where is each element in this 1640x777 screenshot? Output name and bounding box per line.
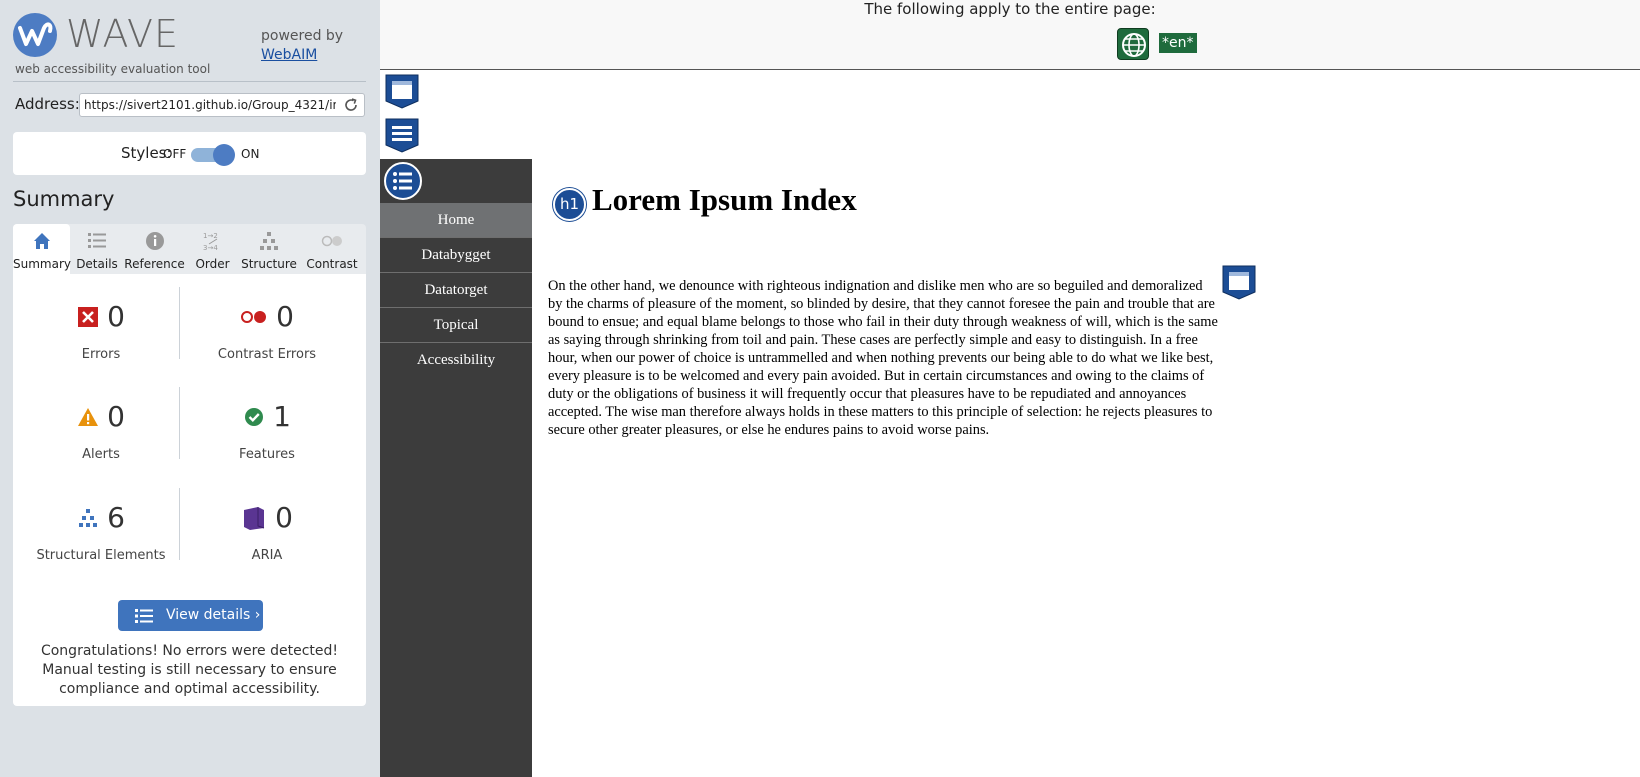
structure-icon xyxy=(79,508,98,527)
wave-sidebar: WAVE web accessibility evaluation tool p… xyxy=(0,0,380,777)
nav-item-databygget[interactable]: Databygget xyxy=(380,238,532,273)
summary-card: 0 Errors 0 Contrast Errors 0 Alerts 1 Fe… xyxy=(13,274,366,706)
page-level-banner-text: The following apply to the entire page: xyxy=(864,0,1156,18)
errors-label: Errors xyxy=(81,347,121,362)
view-details-label: View details › xyxy=(166,607,261,623)
structural-count: 6 xyxy=(107,501,125,534)
language-badge: *en* xyxy=(1159,33,1197,53)
main-landmark-icon[interactable] xyxy=(1221,264,1257,300)
address-field xyxy=(79,93,365,117)
tab-details-label: Details xyxy=(76,257,118,271)
features-count: 1 xyxy=(273,400,291,433)
order-icon: 1→2 3→4 xyxy=(203,232,218,252)
svg-text:3→4: 3→4 xyxy=(203,244,218,252)
nav-item-home[interactable]: Home xyxy=(380,203,532,238)
region-landmark-icon[interactable] xyxy=(384,73,420,109)
stat-features[interactable]: 1 Features xyxy=(179,384,355,474)
contrast-errors-label: Contrast Errors xyxy=(217,347,317,362)
svg-text:1→2: 1→2 xyxy=(203,232,218,240)
errors-count: 0 xyxy=(107,300,125,333)
structure-icon xyxy=(260,232,278,250)
features-label: Features xyxy=(239,447,295,462)
contrast-errors-count: 0 xyxy=(276,300,294,333)
styles-on-label: ON xyxy=(241,147,260,161)
wave-logo-icon xyxy=(13,13,57,57)
styles-card: Styles: OFF ON xyxy=(13,132,366,175)
webaim-link[interactable]: WebAIM xyxy=(261,47,317,63)
page-title: Lorem Ipsum Index xyxy=(592,182,857,217)
powered-by-label: powered by xyxy=(261,28,344,44)
alerts-count: 0 xyxy=(107,400,125,433)
aria-label: ARIA xyxy=(251,548,283,563)
nav-item-topical[interactable]: Topical xyxy=(380,308,532,343)
tab-summary[interactable]: Summary xyxy=(13,224,71,274)
wave-wordmark: WAVE xyxy=(66,12,180,56)
stat-structural-elements[interactable]: 6 Structural Elements xyxy=(13,485,189,575)
tab-structure[interactable]: Structure xyxy=(240,224,298,274)
unordered-list-icon[interactable] xyxy=(384,162,422,200)
language-globe-icon[interactable] xyxy=(1117,28,1149,60)
address-label: Address: xyxy=(15,95,80,113)
structural-label: Structural Elements xyxy=(36,548,166,563)
contrast-icon xyxy=(321,235,342,247)
aria-icon xyxy=(244,506,265,530)
heading-h1-icon[interactable]: h1 xyxy=(553,188,586,221)
view-details-button[interactable]: View details › xyxy=(118,600,263,631)
congratulations-message: Congratulations! No errors were detected… xyxy=(40,643,339,697)
tab-reference-label: Reference xyxy=(124,257,185,271)
address-input[interactable] xyxy=(84,96,336,114)
tab-structure-label: Structure xyxy=(241,257,297,271)
tab-order[interactable]: 1→2 3→4 Order xyxy=(185,224,240,274)
stat-contrast-errors[interactable]: 0 Contrast Errors xyxy=(179,284,355,374)
tab-order-label: Order xyxy=(195,257,230,271)
page-paragraph: On the other hand, we denounce with righ… xyxy=(548,278,1218,438)
stat-errors[interactable]: 0 Errors xyxy=(13,284,189,374)
tab-reference[interactable]: Reference xyxy=(124,224,185,274)
nav-item-datatorget[interactable]: Datatorget xyxy=(380,273,532,308)
list-icon xyxy=(135,609,153,623)
nav-item-accessibility[interactable]: Accessibility xyxy=(380,343,532,378)
styles-toggle-knob xyxy=(213,144,235,166)
styles-toggle[interactable] xyxy=(191,144,235,166)
tab-summary-label: Summary xyxy=(13,257,71,271)
page-level-banner: The following apply to the entire page: … xyxy=(380,0,1640,70)
aria-count: 0 xyxy=(275,501,293,534)
tab-contrast-label: Contrast xyxy=(306,257,358,271)
stat-aria[interactable]: 0 ARIA xyxy=(179,485,355,575)
contrast-error-icon xyxy=(241,310,267,323)
site-navigation: Home Databygget Datatorget Topical Acces… xyxy=(380,159,532,777)
tab-contrast[interactable]: Contrast xyxy=(298,224,366,274)
refresh-icon[interactable] xyxy=(343,97,359,113)
summary-heading: Summary xyxy=(13,187,115,211)
tab-details[interactable]: Details xyxy=(70,224,124,274)
panel-tabs: Summary Details Reference 1→2 3→4 Order xyxy=(13,224,366,274)
info-icon xyxy=(145,232,164,250)
alerts-label: Alerts xyxy=(82,447,120,462)
list-icon xyxy=(88,233,106,248)
navigation-landmark-icon[interactable] xyxy=(384,117,420,153)
home-icon xyxy=(33,233,50,249)
styles-off-label: OFF xyxy=(163,147,187,161)
error-icon xyxy=(78,306,99,327)
sidebar-divider xyxy=(13,81,366,82)
alert-icon xyxy=(78,407,99,426)
wave-tagline: web accessibility evaluation tool xyxy=(15,62,211,76)
stat-alerts[interactable]: 0 Alerts xyxy=(13,384,189,474)
feature-icon xyxy=(245,407,264,426)
